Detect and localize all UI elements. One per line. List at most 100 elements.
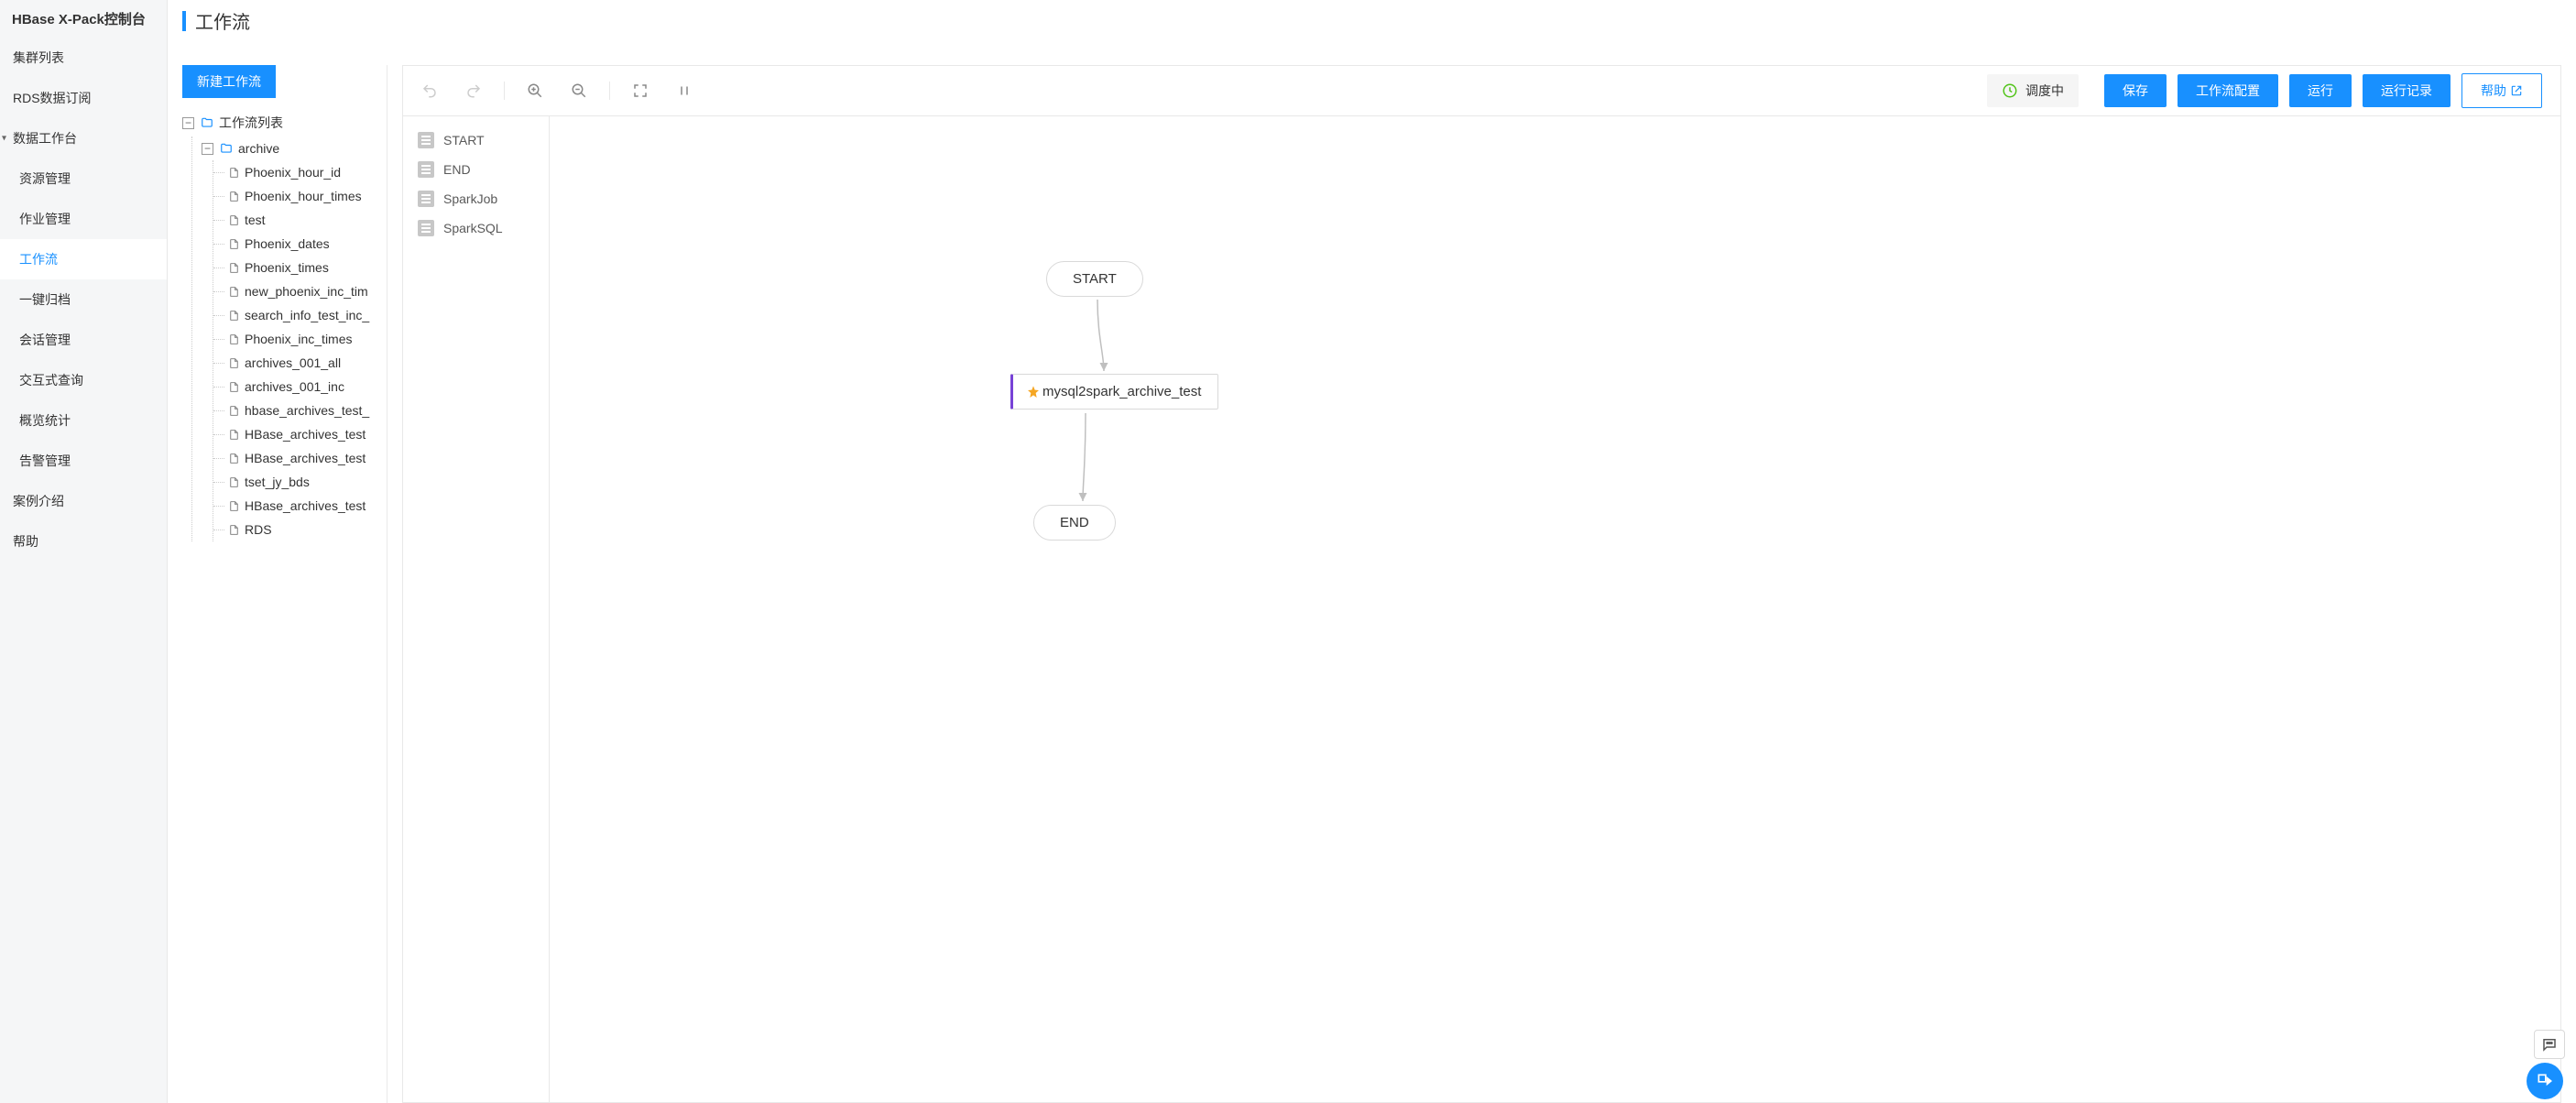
file-icon — [228, 309, 240, 322]
tree-file-label: archives_001_inc — [245, 379, 344, 394]
node-icon — [418, 132, 434, 148]
actual-size-icon[interactable] — [676, 82, 693, 99]
tree-file[interactable]: Phoenix_inc_times — [213, 327, 387, 351]
zoom-in-icon[interactable] — [527, 82, 543, 99]
file-icon — [228, 380, 240, 394]
palette-item-label: START — [443, 133, 485, 147]
workflow-tree: − 工作流列表 − archive — [182, 109, 387, 541]
file-icon — [228, 190, 240, 203]
flow-node-end[interactable]: END — [1033, 505, 1116, 541]
chevron-down-icon: ▾ — [2, 134, 6, 144]
tree-file[interactable]: search_info_test_inc_ — [213, 303, 387, 327]
palette-item-sparkjob[interactable]: SparkJob — [403, 184, 549, 213]
help-button-label: 帮助 — [2481, 82, 2506, 100]
page-header: 工作流 — [168, 0, 2576, 42]
sidebar-item-overview[interactable]: 概览统计 — [0, 400, 167, 441]
tree-file[interactable]: HBase_archives_test — [213, 422, 387, 446]
tree-file[interactable]: hbase_archives_test_ — [213, 399, 387, 422]
redo-icon[interactable] — [465, 82, 482, 99]
palette-item-sparksql[interactable]: SparkSQL — [403, 213, 549, 243]
palette-item-label: END — [443, 162, 471, 177]
tree-file-label: HBase_archives_test — [245, 427, 366, 442]
undo-icon[interactable] — [421, 82, 438, 99]
tree-file[interactable]: Phoenix_times — [213, 256, 387, 279]
flow-edges — [550, 116, 2560, 1102]
tree-file[interactable]: HBase_archives_test — [213, 494, 387, 518]
flow-node-task-label: mysql2spark_archive_test — [1042, 384, 1201, 399]
sidebar-item-clusters[interactable]: 集群列表 — [0, 38, 167, 78]
workflow-config-button[interactable]: 工作流配置 — [2178, 74, 2278, 107]
tree-file[interactable]: Phoenix_hour_id — [213, 160, 387, 184]
sidebar-item-archive[interactable]: 一键归档 — [0, 279, 167, 320]
sidebar-item-resource[interactable]: 资源管理 — [0, 158, 167, 199]
sidebar-nav: 集群列表 RDS数据订阅 ▾ 数据工作台 资源管理 作业管理 工作流 一键归档 … — [0, 38, 167, 562]
tree-file[interactable]: test — [213, 208, 387, 232]
node-icon — [418, 191, 434, 207]
tree-root[interactable]: − 工作流列表 — [182, 109, 387, 137]
sidebar-item-rds-sub[interactable]: RDS数据订阅 — [0, 78, 167, 118]
folder-icon — [219, 142, 234, 155]
canvas-toolbar: 调度中 保存 工作流配置 运行 运行记录 帮助 — [402, 65, 2561, 116]
flow-node-task[interactable]: mysql2spark_archive_test — [1010, 374, 1218, 410]
collapse-icon[interactable]: − — [202, 143, 213, 155]
workflow-tree-panel: 新建工作流 − 工作流列表 − — [168, 65, 387, 1103]
tree-file[interactable]: Phoenix_dates — [213, 232, 387, 256]
palette-item-start[interactable]: START — [403, 126, 549, 155]
file-icon — [228, 333, 240, 346]
file-icon — [228, 428, 240, 442]
tree-file-label: HBase_archives_test — [245, 498, 366, 513]
tree-file-label: test — [245, 213, 266, 227]
run-records-button[interactable]: 运行记录 — [2363, 74, 2450, 107]
flow-canvas[interactable]: START mysql2spark_archive_test END — [550, 116, 2560, 1102]
sidebar-item-session[interactable]: 会话管理 — [0, 320, 167, 360]
file-icon — [228, 237, 240, 251]
sidebar-item-interactive-query[interactable]: 交互式查询 — [0, 360, 167, 400]
main: 工作流 新建工作流 − 工作流列表 − — [168, 0, 2576, 1103]
chat-fab[interactable] — [2534, 1030, 2565, 1059]
tree-file-label: hbase_archives_test_ — [245, 403, 369, 418]
zoom-out-icon[interactable] — [571, 82, 587, 99]
palette-item-label: SparkJob — [443, 191, 497, 206]
node-icon — [418, 220, 434, 236]
sidebar-item-help[interactable]: 帮助 — [0, 521, 167, 562]
file-icon — [228, 285, 240, 299]
fit-icon[interactable] — [632, 82, 649, 99]
tree-file-label: archives_001_all — [245, 355, 341, 370]
tree-file[interactable]: HBase_archives_test — [213, 446, 387, 470]
new-workflow-button[interactable]: 新建工作流 — [182, 65, 276, 98]
file-icon — [228, 404, 240, 418]
tree-file-label: Phoenix_times — [245, 260, 329, 275]
sidebar-item-cases[interactable]: 案例介绍 — [0, 481, 167, 521]
tree-file[interactable]: tset_jy_bds — [213, 470, 387, 494]
folder-icon — [200, 116, 214, 129]
tree-file[interactable]: new_phoenix_inc_tim — [213, 279, 387, 303]
tree-file-label: Phoenix_dates — [245, 236, 330, 251]
tree-file[interactable]: Phoenix_hour_times — [213, 184, 387, 208]
help-button[interactable]: 帮助 — [2461, 73, 2542, 108]
spark-icon — [1026, 385, 1041, 399]
save-button[interactable]: 保存 — [2104, 74, 2167, 107]
file-icon — [228, 452, 240, 465]
file-icon — [228, 523, 240, 537]
tree-file[interactable]: archives_001_all — [213, 351, 387, 375]
sidebar-section-data-workbench[interactable]: ▾ 数据工作台 — [0, 118, 167, 158]
separator — [609, 82, 610, 100]
content-row: 新建工作流 − 工作流列表 − — [168, 65, 2576, 1103]
tree-file[interactable]: RDS — [213, 518, 387, 541]
collapse-icon[interactable]: − — [182, 117, 194, 129]
palette-item-end[interactable]: END — [403, 155, 549, 184]
app-title: HBase X-Pack控制台 — [0, 0, 167, 38]
sidebar-item-workflow[interactable]: 工作流 — [0, 239, 167, 279]
file-icon — [228, 475, 240, 489]
file-icon — [228, 213, 240, 227]
sidebar-item-jobs[interactable]: 作业管理 — [0, 199, 167, 239]
feedback-fab[interactable] — [2527, 1063, 2563, 1099]
external-link-icon — [2510, 84, 2523, 97]
tree-folder-archive[interactable]: − archive — [192, 137, 387, 160]
schedule-status: 调度中 — [1987, 74, 2079, 107]
file-icon — [228, 261, 240, 275]
run-button[interactable]: 运行 — [2289, 74, 2352, 107]
sidebar-item-alert[interactable]: 告警管理 — [0, 441, 167, 481]
tree-file[interactable]: archives_001_inc — [213, 375, 387, 399]
flow-node-start[interactable]: START — [1046, 261, 1143, 297]
